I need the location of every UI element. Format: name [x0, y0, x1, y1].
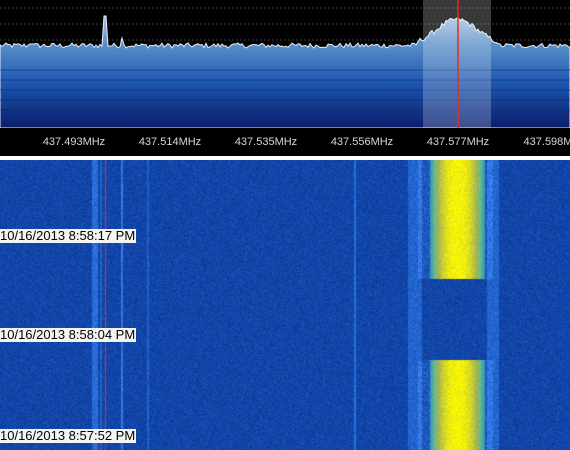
frequency-tick-label: 437.493MHz: [42, 136, 106, 148]
waterfall-timestamp: 10/16/2013 8:58:17 PM: [0, 228, 137, 243]
bandwidth-filter-highlight[interactable]: [423, 0, 491, 128]
frequency-axis: 437.493MHz 437.514MHz 437.535MHz 437.556…: [0, 128, 570, 156]
frequency-tick-label: 437.535MHz: [234, 136, 298, 148]
spectrum-display[interactable]: [0, 0, 570, 128]
waterfall-timestamp: 10/16/2013 8:58:04 PM: [0, 327, 137, 342]
waterfall-display[interactable]: [0, 160, 570, 450]
frequency-tick-label: 437.598M: [523, 136, 570, 148]
waterfall-timestamp: 10/16/2013 8:57:52 PM: [0, 428, 137, 443]
frequency-tick-label: 437.514MHz: [138, 136, 202, 148]
frequency-tick-label: 437.577MHz: [426, 136, 490, 148]
frequency-tick-label: 437.556MHz: [330, 136, 394, 148]
